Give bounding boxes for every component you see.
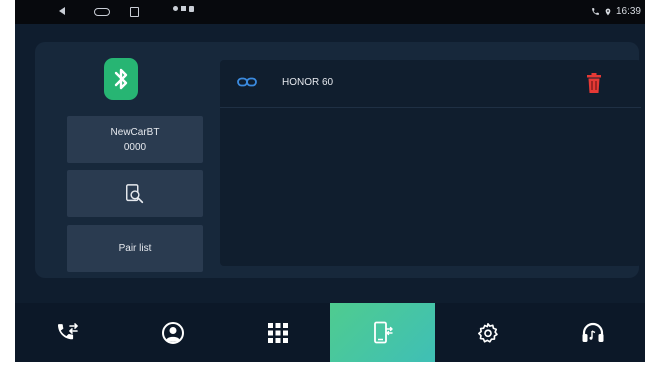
pair-list-button[interactable]: Pair list (67, 225, 203, 272)
bottom-nav (15, 303, 645, 362)
location-icon (605, 8, 611, 15)
clock: 16:39 (615, 6, 641, 17)
home-icon[interactable] (94, 8, 110, 16)
device-name: NewCarBT (110, 126, 160, 138)
link-icon (237, 77, 257, 87)
phone-icon (592, 8, 599, 15)
tab-settings[interactable] (435, 303, 540, 362)
gear-icon (477, 322, 498, 343)
tab-contacts[interactable] (120, 303, 225, 362)
list-item[interactable]: HONOR 60 (220, 60, 641, 108)
grid-icon (267, 322, 288, 343)
notification-icons (173, 5, 194, 12)
trash-icon[interactable] (586, 72, 602, 94)
recents-icon[interactable] (130, 7, 139, 17)
pair-list-label: Pair list (118, 243, 152, 254)
search-device-icon (126, 183, 144, 203)
phone-transfer-icon (57, 322, 78, 339)
headphones-icon (582, 322, 603, 342)
contact-icon (161, 321, 184, 344)
search-device-button[interactable] (67, 170, 203, 217)
tab-music[interactable] (540, 303, 645, 362)
tab-device[interactable] (330, 303, 435, 362)
device-info-button[interactable]: NewCarBT 0000 (67, 116, 203, 163)
paired-device-list: HONOR 60 (220, 60, 641, 266)
bluetooth-icon (104, 58, 138, 100)
car-screen: 16:39 NewCarBT 0000 Pair list HONOR 60 (15, 0, 645, 362)
device-pin: 0000 (123, 141, 147, 153)
tab-dialpad[interactable] (15, 303, 120, 362)
back-icon[interactable] (59, 7, 65, 15)
status-right: 16:39 (591, 6, 641, 17)
paired-device-name: HONOR 60 (282, 77, 334, 88)
status-bar: 16:39 (15, 0, 645, 24)
phone-device-icon (373, 321, 393, 343)
tab-keypad[interactable] (225, 303, 330, 362)
